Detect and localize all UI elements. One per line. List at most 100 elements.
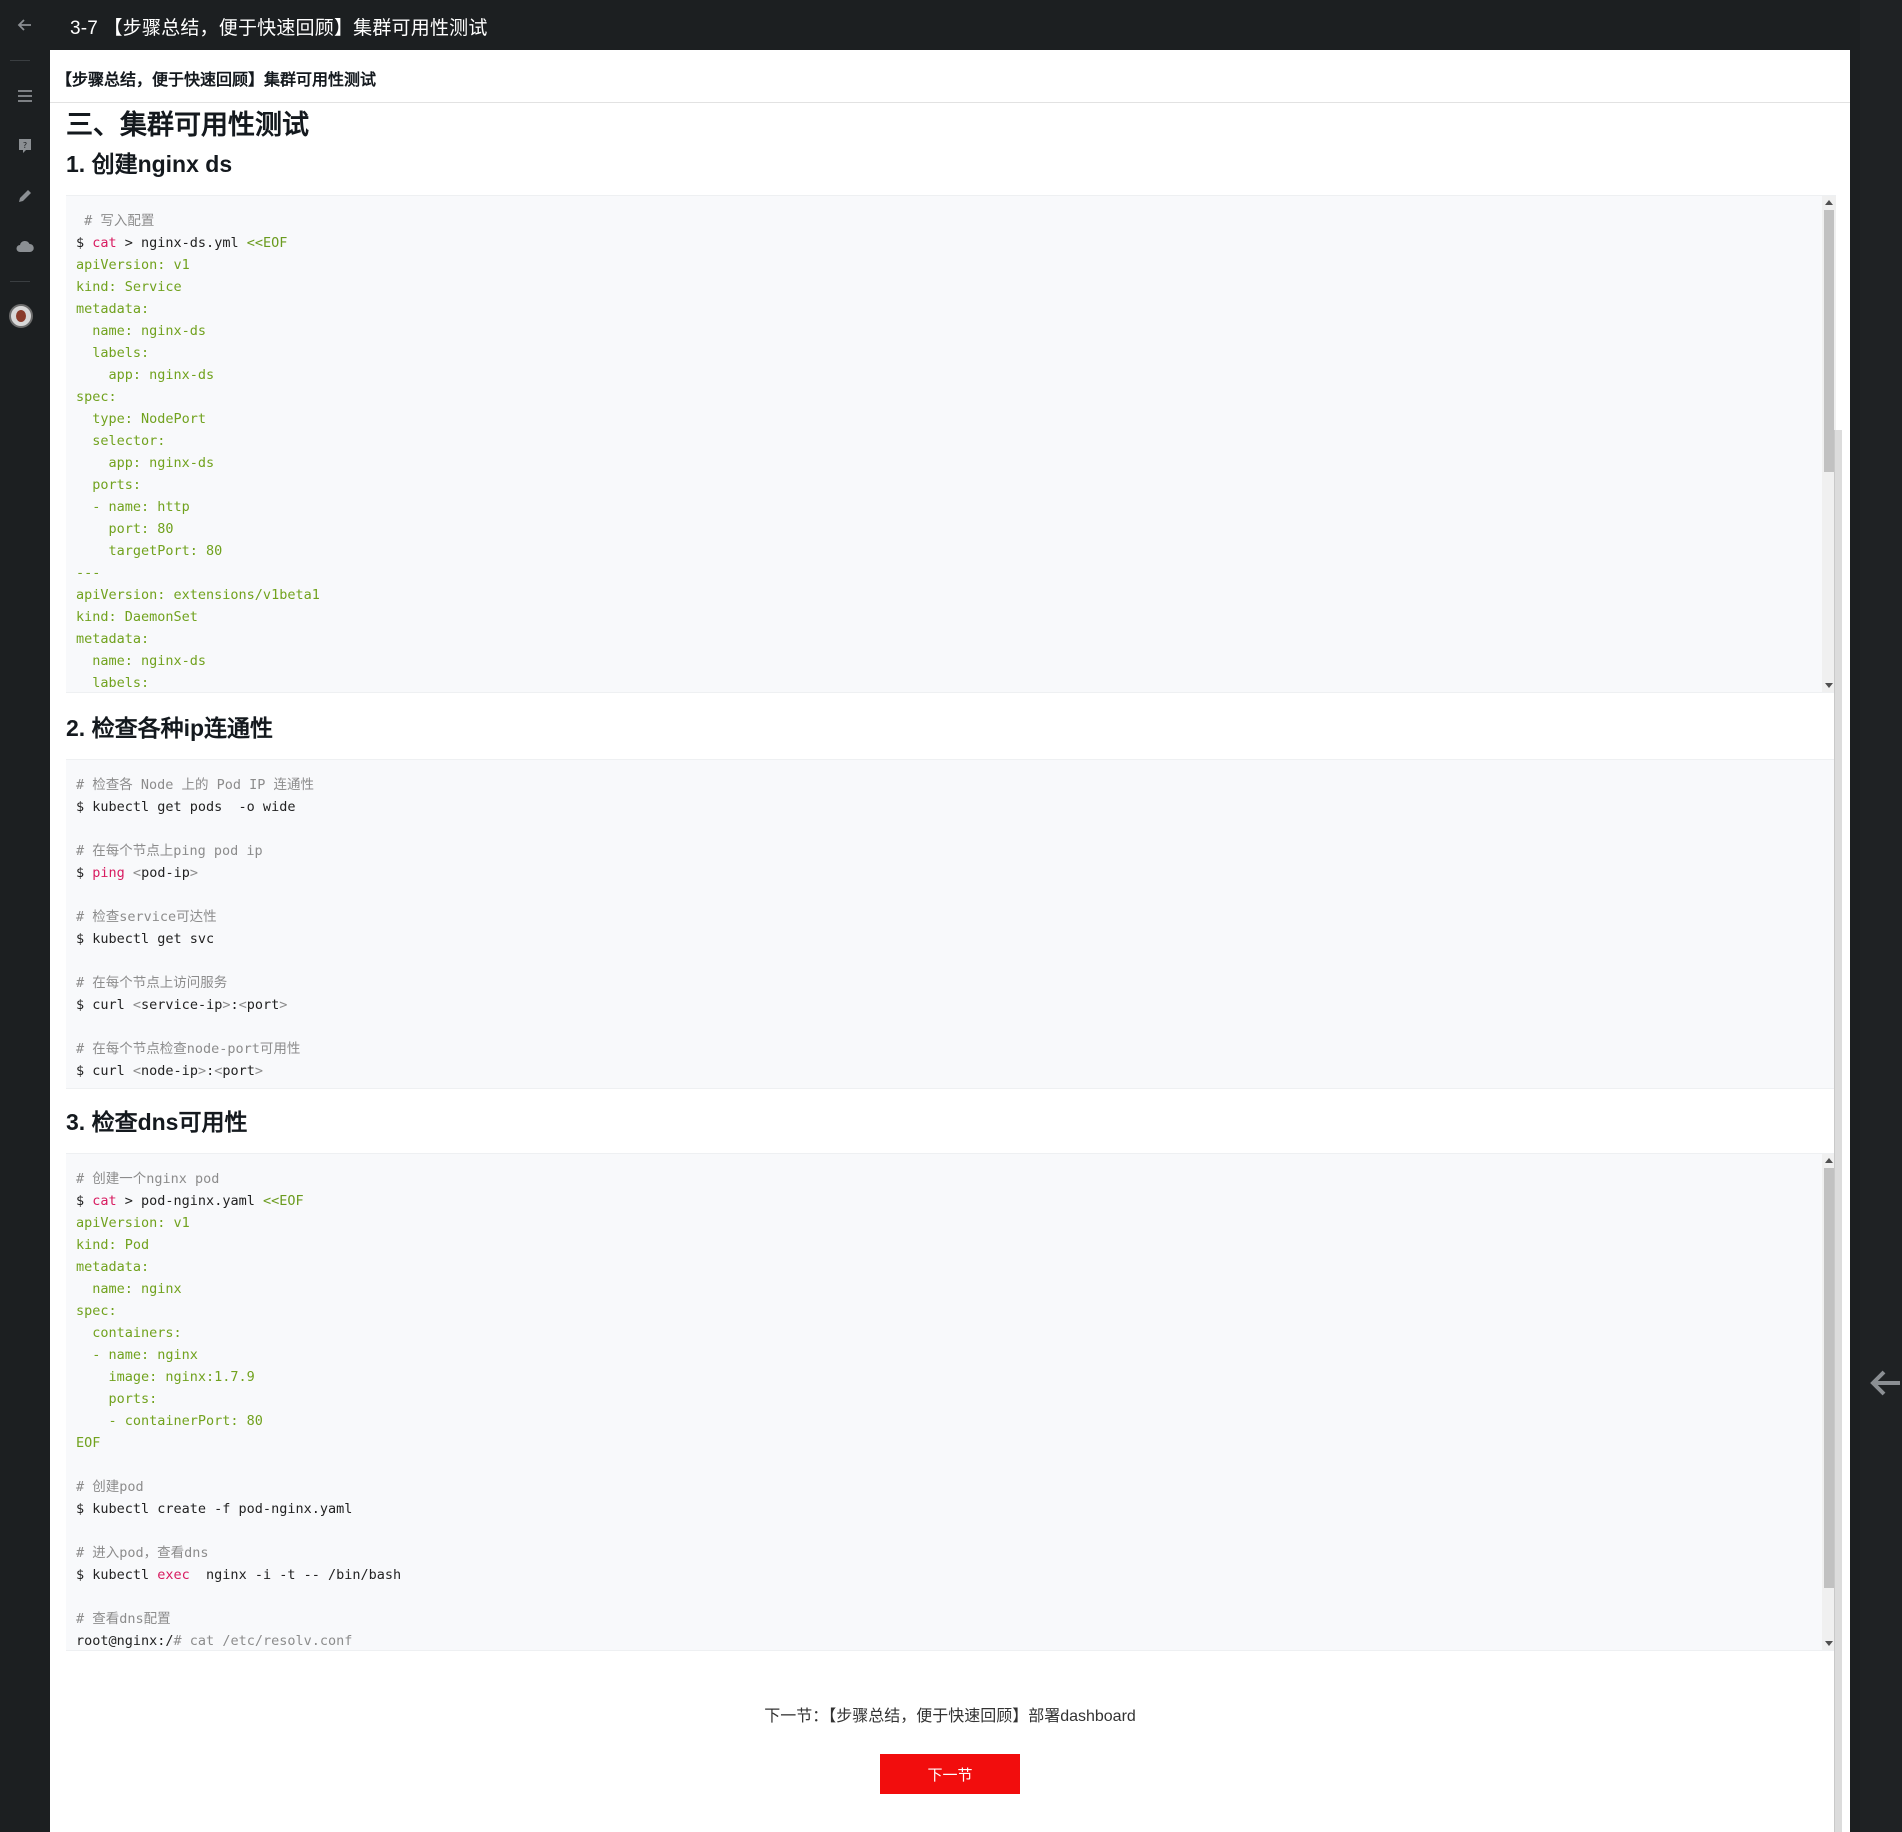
code-token: root@nginx:/ bbox=[76, 1633, 174, 1649]
lesson-title: 3-7 【步骤总结，便于快速回顾】集群可用性测试 bbox=[70, 18, 488, 39]
cloud-icon[interactable] bbox=[10, 231, 40, 261]
scroll-down-arrow-icon[interactable] bbox=[1825, 683, 1833, 688]
expand-panel-arrow-icon[interactable] bbox=[1868, 1366, 1902, 1400]
code-token: cat bbox=[92, 1193, 117, 1209]
code-token: apiVersion: extensions/v1beta1 bbox=[76, 587, 320, 603]
code-line: name: nginx bbox=[76, 1278, 401, 1300]
code-token: containers: bbox=[76, 1325, 182, 1341]
code-token: > bbox=[197, 1063, 207, 1079]
code-token: name: nginx-ds bbox=[76, 653, 207, 669]
code-line: # 写入配置 bbox=[76, 210, 320, 232]
code-line: # 检查各 Node 上的 Pod IP 连通性 bbox=[76, 774, 314, 796]
code-token: selector: bbox=[76, 433, 166, 449]
left-icon-rail: ? bbox=[0, 0, 50, 1832]
code-line: ports: bbox=[76, 1388, 401, 1410]
code-token: EOF bbox=[76, 1435, 101, 1451]
code-line: $ kubectl get pods -o wide bbox=[76, 796, 314, 818]
code-block-nginx-ds[interactable]: # 写入配置 $ cat > nginx-ds.yml <<EOF apiVersi… bbox=[66, 195, 1836, 693]
code-line: --- bbox=[76, 562, 320, 584]
scroll-thumb[interactable] bbox=[1824, 1168, 1834, 1588]
scroll-thumb[interactable] bbox=[1824, 210, 1834, 472]
page-scrollbar[interactable] bbox=[1834, 430, 1842, 1832]
code-line: - name: nginx bbox=[76, 1344, 401, 1366]
code-line: EOF bbox=[76, 1432, 401, 1454]
code-line: targetPort: 80 bbox=[76, 540, 320, 562]
code-line: apiVersion: v1 bbox=[76, 254, 320, 276]
code-token: apiVersion: v1 bbox=[76, 257, 190, 273]
code-line: name: nginx-ds bbox=[76, 650, 320, 672]
code-token: targetPort: 80 bbox=[76, 543, 223, 559]
section-heading-main: 三、集群可用性测试 bbox=[66, 110, 309, 140]
code-token: port bbox=[222, 1063, 255, 1079]
code-token: $ bbox=[76, 1193, 93, 1209]
code-token: # 进入pod，查看dns bbox=[76, 1545, 209, 1561]
code-token: cat bbox=[92, 235, 117, 251]
code-line: app: nginx-ds bbox=[76, 364, 320, 386]
code-line: kind: DaemonSet bbox=[76, 606, 320, 628]
code-token: - name: nginx bbox=[76, 1347, 198, 1363]
section-heading-3: 3. 检查dns可用性 bbox=[66, 1109, 248, 1135]
content-frame: 【步骤总结，便于快速回顾】集群可用性测试 三、集群可用性测试 1. 创建ngin… bbox=[50, 50, 1850, 1832]
code-line: # 创建pod bbox=[76, 1476, 401, 1498]
code-line: $ ping <pod-ip> bbox=[76, 862, 314, 884]
code-token: # 在每个节点上访问服务 bbox=[76, 975, 228, 991]
code-token: # 检查各 Node 上的 Pod IP 连通性 bbox=[76, 777, 315, 793]
code-token: $ kubectl get pods -o wide bbox=[76, 799, 296, 815]
code-line: ports: bbox=[76, 474, 320, 496]
code-line: $ cat > nginx-ds.yml <<EOF bbox=[76, 232, 320, 254]
code-token: name: nginx bbox=[76, 1281, 182, 1297]
code-token: # 查看dns配置 bbox=[76, 1611, 171, 1627]
code-token: spec: bbox=[76, 1303, 117, 1319]
code-line: kind: Service bbox=[76, 276, 320, 298]
code-token: --- bbox=[76, 565, 101, 581]
scroll-down-arrow-icon[interactable] bbox=[1825, 1641, 1833, 1646]
code-line: selector: bbox=[76, 430, 320, 452]
code-token: > pod-nginx.yaml bbox=[116, 1193, 263, 1209]
svg-text:?: ? bbox=[23, 141, 27, 150]
code-line: # 创建一个nginx pod bbox=[76, 1168, 401, 1190]
code-line: # 检查service可达性 bbox=[76, 906, 314, 928]
code-line: $ curl <node-ip>:<port> bbox=[76, 1060, 314, 1082]
section-heading-1: 1. 创建nginx ds bbox=[66, 151, 233, 177]
back-arrow-icon[interactable] bbox=[10, 10, 40, 40]
code-block-dns[interactable]: # 创建一个nginx pod $ cat > pod-nginx.yaml <<… bbox=[66, 1153, 1836, 1651]
code-token: <<EOF bbox=[246, 235, 288, 251]
scroll-up-arrow-icon[interactable] bbox=[1825, 200, 1833, 205]
avatar[interactable] bbox=[9, 304, 33, 328]
code-token: $ curl bbox=[76, 997, 133, 1013]
code-token: # 在每个节点上ping pod ip bbox=[76, 843, 263, 859]
code-line: labels: bbox=[76, 342, 320, 364]
code-token: app: nginx-ds bbox=[76, 367, 215, 383]
code-line: labels: bbox=[76, 672, 320, 692]
code-token: pod-ip bbox=[141, 865, 190, 881]
next-section-button[interactable]: 下一节 bbox=[880, 1754, 1020, 1794]
right-side-panel bbox=[1860, 0, 1902, 1832]
scroll-up-arrow-icon[interactable] bbox=[1825, 1158, 1833, 1163]
code-token: > bbox=[189, 865, 198, 881]
rail-divider bbox=[10, 281, 30, 282]
code-token: port bbox=[246, 997, 280, 1013]
rail-divider bbox=[10, 60, 30, 61]
code-line: containers: bbox=[76, 1322, 401, 1344]
edit-icon[interactable] bbox=[10, 181, 40, 211]
code-token: $ kubectl create -f pod-nginx.yaml bbox=[76, 1501, 353, 1517]
code-token: labels: bbox=[76, 675, 150, 691]
question-icon[interactable]: ? bbox=[10, 131, 40, 161]
page-header: 【步骤总结，便于快速回顾】集群可用性测试 bbox=[50, 50, 1850, 103]
code-block-ip-connectivity[interactable]: # 检查各 Node 上的 Pod IP 连通性 $ kubectl get po… bbox=[66, 759, 1836, 1089]
code-line: metadata: bbox=[76, 628, 320, 650]
code-token: service-ip bbox=[141, 997, 223, 1013]
code-token: ping bbox=[92, 865, 125, 881]
menu-icon[interactable] bbox=[10, 81, 40, 111]
code-line: metadata: bbox=[76, 1256, 401, 1278]
code-line: # 在每个节点上访问服务 bbox=[76, 972, 314, 994]
code-line: apiVersion: extensions/v1beta1 bbox=[76, 584, 320, 606]
next-section-label[interactable]: 下一节：【步骤总结，便于快速回顾】部署dashboard bbox=[50, 1702, 1850, 1726]
